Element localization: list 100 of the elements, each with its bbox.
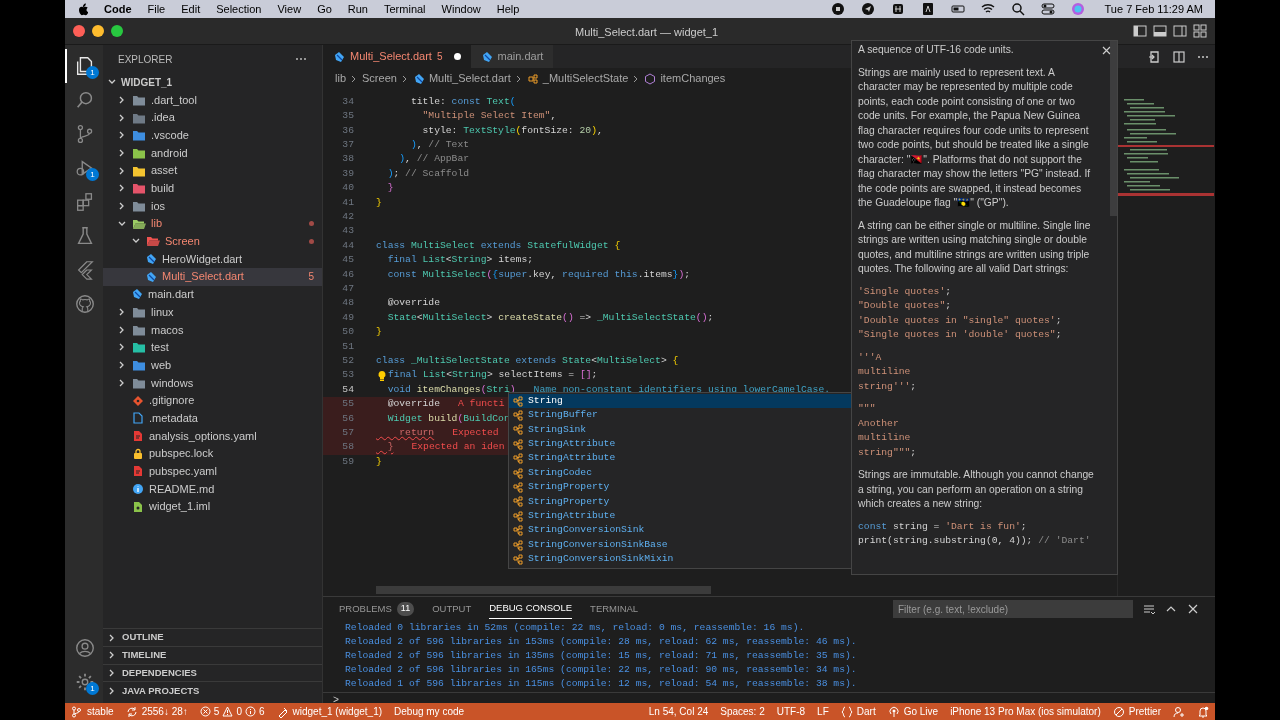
grid-icon[interactable] (890, 2, 905, 16)
customize-layout-icon[interactable] (1193, 24, 1207, 38)
status-item[interactable]: Dart (840, 704, 876, 719)
console-prompt[interactable]: > (333, 695, 339, 706)
explorer-item[interactable]: lib (103, 214, 322, 233)
explorer-item[interactable]: pubspec.lock (103, 444, 322, 463)
explorer-item[interactable]: .idea (103, 108, 322, 127)
settings-icon[interactable] (74, 671, 96, 693)
status-item[interactable]: LF (817, 704, 829, 719)
panel-layout-icon[interactable] (1153, 24, 1167, 38)
record-icon[interactable] (830, 2, 845, 16)
suggestion-item[interactable]: StringConversionSinkBase (509, 537, 852, 553)
suggestion-item[interactable]: String (509, 394, 852, 409)
apple-logo-icon[interactable] (77, 2, 88, 16)
split-editor-icon[interactable] (1172, 49, 1186, 64)
explorer-item[interactable]: analysis_options.yaml (103, 427, 322, 445)
scrollbar-thumb[interactable] (376, 586, 711, 594)
workspace-folder[interactable]: WIDGET_1 (121, 74, 173, 90)
status-item[interactable]: Go Live (887, 704, 939, 719)
close-icon[interactable] (1187, 603, 1199, 615)
menu-item[interactable]: Help (496, 0, 520, 18)
status-item[interactable]: UTF-8 (776, 704, 806, 719)
menu-item[interactable]: View (277, 0, 302, 18)
open-changes-icon[interactable] (1148, 49, 1162, 64)
keyboard-letter-icon[interactable] (920, 2, 935, 16)
explorer-item[interactable]: Screen (103, 232, 322, 251)
explorer-item[interactable]: build (103, 179, 322, 198)
explorer-item[interactable]: .metadata (103, 409, 322, 428)
suggestion-item[interactable]: StringAttribute (509, 451, 852, 466)
breadcrumb-item[interactable]: Screen (362, 70, 397, 87)
filter-lines-icon[interactable] (1143, 603, 1155, 615)
explorer-item[interactable]: linux (103, 303, 322, 321)
account-icon[interactable] (74, 637, 96, 659)
bell-icon[interactable] (1197, 705, 1209, 718)
sidebar-layout-icon[interactable] (1133, 24, 1147, 38)
status-item[interactable]: iPhone 13 Pro Max (ios simulator) (950, 704, 1101, 719)
panel-tab[interactable]: PROBLEMS 11 (339, 599, 415, 619)
editor-tab[interactable]: Multi_Select.dart 5 (323, 45, 471, 68)
status-item[interactable]: Ln 54, Col 24 (648, 704, 709, 719)
editor-tab[interactable]: main.dart (470, 45, 554, 68)
explorer-item[interactable]: test (103, 338, 322, 357)
suggestion-item[interactable]: StringBuffer (509, 408, 852, 423)
menu-item[interactable]: File (147, 0, 166, 18)
filter-field[interactable]: Filter (e.g. text, !exclude) (893, 600, 1133, 618)
explorer-item[interactable]: android (103, 144, 322, 162)
section-header[interactable]: OUTLINE (103, 628, 322, 646)
explorer-item[interactable]: ios (103, 197, 322, 215)
panel-tab[interactable]: TERMINAL (590, 599, 639, 619)
explorer-item[interactable]: web (103, 356, 322, 374)
breadcrumb-item[interactable]: _MultiSelectState (542, 70, 629, 87)
activity-bar-item[interactable]: 1 (65, 151, 103, 185)
status-item[interactable]: stable (71, 704, 114, 719)
app-menu[interactable]: Code (104, 0, 132, 18)
status-item[interactable]: 2556↓ 28↑ (125, 704, 188, 719)
menu-item[interactable]: Terminal (384, 0, 426, 18)
status-item[interactable]: Prettier (1112, 704, 1161, 719)
scrollbar-thumb[interactable] (1110, 41, 1117, 216)
suggestion-item[interactable]: StringAttribute (509, 437, 852, 452)
explorer-item[interactable]: .vscode (103, 126, 322, 145)
menu-item[interactable]: Selection (216, 0, 262, 18)
close-window-button[interactable] (73, 25, 85, 37)
explorer-item[interactable]: .dart_tool (103, 91, 322, 109)
github-icon[interactable] (74, 293, 96, 315)
more-actions-icon[interactable] (295, 57, 307, 61)
panel-tab[interactable]: DEBUG CONSOLE (489, 599, 573, 619)
menu-item[interactable]: Run (347, 0, 368, 18)
suggestion-item[interactable]: StringConversionSink (509, 523, 852, 538)
explorer-item[interactable]: Multi_Select.dart 5 (103, 267, 322, 286)
menu-item[interactable]: Edit (181, 0, 201, 18)
explorer-item[interactable]: widget_1.iml (103, 497, 322, 516)
suggestion-item[interactable]: StringSink (509, 422, 852, 438)
breadcrumb-item[interactable]: itemChanges (660, 70, 726, 87)
close-icon[interactable] (1102, 46, 1111, 55)
minimize-window-button[interactable] (92, 25, 104, 37)
section-header[interactable]: TIMELINE (103, 645, 322, 664)
explorer-item[interactable]: windows (103, 374, 322, 392)
battery-icon[interactable] (950, 2, 965, 16)
secondary-sidebar-layout-icon[interactable] (1173, 24, 1187, 38)
suggestion-item[interactable]: StringAttribute (509, 509, 852, 524)
explorer-item[interactable]: README.md (103, 480, 322, 498)
explorer-item[interactable]: .gitignore (103, 391, 322, 410)
section-header[interactable]: JAVA PROJECTS (103, 681, 322, 699)
status-item[interactable]: Spaces: 2 (720, 704, 765, 719)
send-icon[interactable] (860, 2, 875, 16)
suggestion-item[interactable]: StringProperty (509, 480, 852, 495)
search-icon[interactable] (1010, 2, 1025, 16)
breadcrumb-item[interactable]: Multi_Select.dart (428, 70, 511, 87)
menu-item[interactable]: Window (441, 0, 481, 18)
section-header[interactable]: DEPENDENCIES (103, 663, 322, 682)
status-item[interactable]: Debug my code (394, 704, 465, 719)
explorer-item[interactable]: asset (103, 161, 322, 180)
explorer-item[interactable]: main.dart (103, 285, 322, 304)
zoom-window-button[interactable] (111, 25, 123, 37)
suggestion-item[interactable]: StringConversionSinkMixin (509, 552, 852, 567)
suggestion-item[interactable]: StringCodec (509, 465, 852, 481)
problems-status[interactable]: 5 0 6 (199, 704, 265, 719)
explorer-item[interactable]: macos (103, 320, 322, 339)
explorer-item[interactable]: HeroWidget.dart (103, 250, 322, 268)
status-item[interactable]: widget_1 (widget_1) (276, 704, 383, 719)
feedback-icon[interactable] (1173, 705, 1185, 718)
